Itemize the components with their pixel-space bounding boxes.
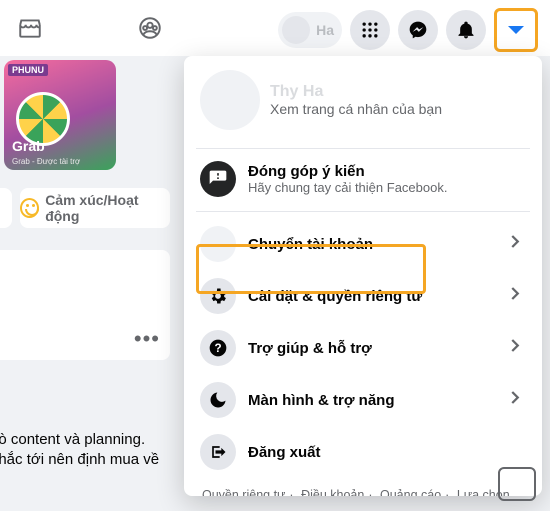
- groups-nav-icon[interactable]: [130, 8, 170, 48]
- composer-feeling-button[interactable]: Cảm xúc/Hoạt động: [20, 188, 170, 228]
- feedback-title: Đóng góp ý kiến: [248, 163, 447, 180]
- composer-option[interactable]: [0, 188, 12, 228]
- menu-label: Chuyển tài khoản: [248, 236, 373, 253]
- question-icon: ?: [200, 330, 236, 366]
- menu-logout[interactable]: Đăng xuất: [192, 426, 534, 478]
- top-navbar: Ha: [0, 0, 550, 56]
- menu-switch-account[interactable]: Chuyển tài khoản: [192, 218, 534, 270]
- switch-account-icon: [200, 226, 236, 262]
- topbar-right-cluster: Ha: [278, 8, 538, 52]
- account-menu-button[interactable]: [494, 8, 538, 52]
- divider: [196, 211, 530, 212]
- post-card[interactable]: •••: [0, 250, 170, 360]
- moon-icon: [200, 382, 236, 418]
- dropdown-footer: Quyền riêng tư· Điều khoản· Quảng cáo· L…: [192, 478, 534, 496]
- story-title: Grab: [12, 138, 45, 154]
- gear-icon: [200, 278, 236, 314]
- divider: [196, 148, 530, 149]
- chevron-right-icon: [504, 335, 526, 362]
- svg-text:?: ?: [214, 342, 221, 355]
- post-line: nhắc tới nên định mua về: [0, 450, 210, 470]
- menu-help-support[interactable]: ? Trợ giúp & hỗ trợ: [192, 322, 534, 374]
- menu-display-accessibility[interactable]: Màn hình & trợ năng: [192, 374, 534, 426]
- dropdown-profile-row[interactable]: Thy Ha Xem trang cá nhân của bạn: [192, 64, 534, 144]
- caret-down-icon: [508, 26, 524, 34]
- menu-grid-button[interactable]: [350, 10, 390, 50]
- footer-link[interactable]: Điều khoản: [301, 488, 364, 496]
- footer-link[interactable]: Quảng cáo: [380, 488, 441, 496]
- chat-launcher-icon[interactable]: [498, 467, 536, 501]
- avatar: [200, 70, 260, 130]
- logout-icon: [200, 434, 236, 470]
- story-subtitle: Grab - Được tài trợ: [12, 157, 80, 166]
- post-body-text: nò content và planning. nhắc tới nên địn…: [0, 430, 210, 471]
- footer-link[interactable]: Quyền riêng tư: [202, 488, 285, 496]
- post-more-icon[interactable]: •••: [134, 326, 160, 352]
- feedback-sub: Hãy chung tay cải thiện Facebook.: [248, 180, 447, 195]
- profile-name: Thy Ha: [270, 83, 442, 101]
- post-line: nò content và planning.: [0, 430, 210, 450]
- marketplace-nav-icon[interactable]: [10, 8, 50, 48]
- composer-row: Cảm xúc/Hoạt động: [0, 188, 170, 228]
- smiley-icon: [20, 198, 39, 218]
- profile-chip[interactable]: Ha: [278, 12, 342, 48]
- menu-label: Cài đặt & quyền riêng tư: [248, 288, 422, 305]
- notifications-button[interactable]: [446, 10, 486, 50]
- avatar: [282, 16, 310, 44]
- messenger-button[interactable]: [398, 10, 438, 50]
- feedback-icon: [200, 161, 236, 197]
- feedback-row[interactable]: Đóng góp ý kiến Hãy chung tay cải thiện …: [192, 155, 534, 207]
- profile-sublabel: Xem trang cá nhân của bạn: [270, 101, 442, 117]
- chevron-right-icon: [504, 231, 526, 258]
- story-tag: PHUNU: [8, 64, 48, 76]
- menu-settings-privacy[interactable]: Cài đặt & quyền riêng tư: [192, 270, 534, 322]
- composer-feeling-label: Cảm xúc/Hoạt động: [45, 192, 170, 224]
- chevron-right-icon: [504, 387, 526, 414]
- menu-label: Màn hình & trợ năng: [248, 392, 394, 409]
- chevron-right-icon: [504, 283, 526, 310]
- feed-left-column: PHUNU Grab Grab - Được tài trợ Cảm xúc/H…: [0, 56, 170, 360]
- menu-label: Trợ giúp & hỗ trợ: [248, 340, 372, 357]
- sponsored-story-card[interactable]: PHUNU Grab Grab - Được tài trợ: [4, 60, 116, 170]
- profile-name: Ha: [316, 22, 334, 38]
- menu-label: Đăng xuất: [248, 444, 321, 461]
- account-dropdown: Thy Ha Xem trang cá nhân của bạn Đóng gó…: [184, 56, 542, 496]
